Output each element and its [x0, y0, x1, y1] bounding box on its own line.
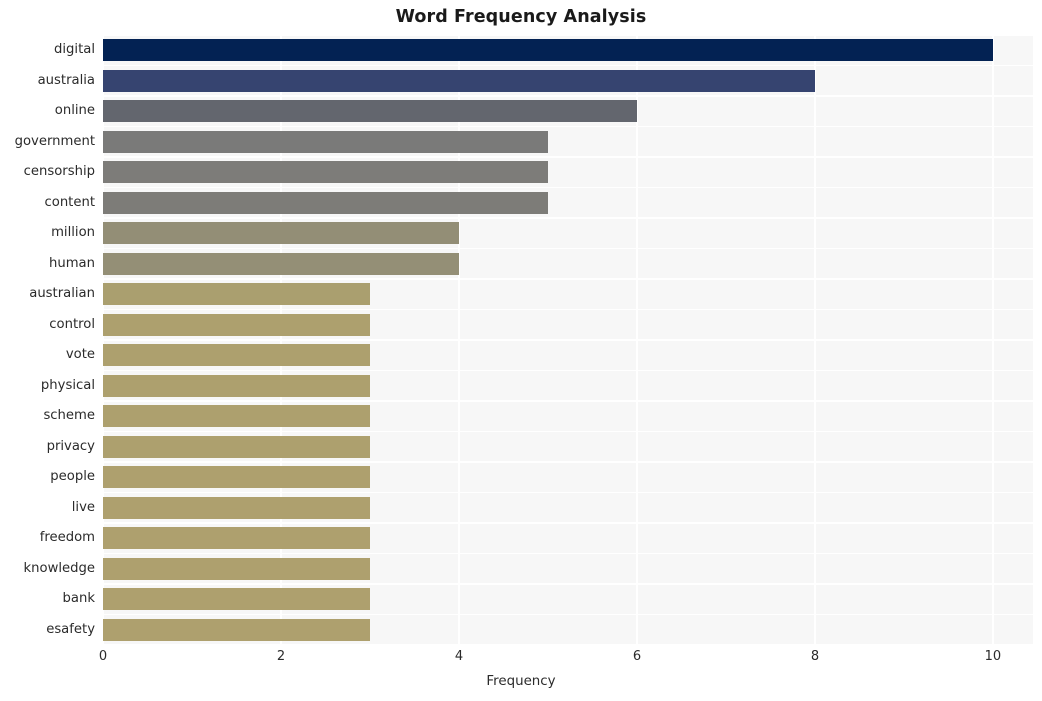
y-tick-label: content	[44, 194, 96, 210]
x-axis-label: Frequency	[486, 674, 556, 689]
y-tick-label: censorship	[23, 164, 95, 180]
y-tick-label: privacy	[46, 438, 95, 454]
chart-title: Word Frequency Analysis	[395, 7, 647, 27]
y-tick-label: australian	[29, 286, 95, 302]
y-tick-label: live	[71, 499, 95, 515]
y-tick-label: government	[14, 133, 95, 149]
y-tick-label: australia	[37, 72, 95, 88]
y-tick-label: scheme	[43, 408, 95, 424]
x-tick-label: 4	[454, 649, 464, 664]
y-axis-tick-labels: digital australia online government censorsh…	[0, 35, 1042, 645]
y-tick-label: people	[50, 469, 95, 485]
x-tick-label: 2	[276, 649, 286, 664]
y-tick-label: million	[51, 225, 95, 241]
y-tick-label: digital	[54, 42, 95, 58]
y-tick-label: human	[48, 255, 95, 271]
y-tick-label: knowledge	[23, 560, 95, 576]
y-tick-label: physical	[40, 377, 95, 393]
x-tick-label: 8	[810, 649, 820, 664]
y-tick-label: freedom	[39, 530, 95, 546]
y-tick-label: vote	[65, 347, 95, 363]
x-tick-label: 6	[632, 649, 642, 664]
y-tick-label: online	[54, 103, 95, 119]
y-tick-label: control	[49, 316, 95, 332]
y-tick-label: esafety	[46, 621, 95, 637]
x-tick-label: 10	[984, 649, 1002, 664]
word-frequency-chart: Word Frequency Analysis digital australia…	[0, 0, 1042, 701]
x-axis-tick-labels: 0 2 4 6 8 10	[0, 649, 1042, 673]
y-tick-label: bank	[62, 591, 95, 607]
x-tick-label: 0	[98, 649, 108, 664]
